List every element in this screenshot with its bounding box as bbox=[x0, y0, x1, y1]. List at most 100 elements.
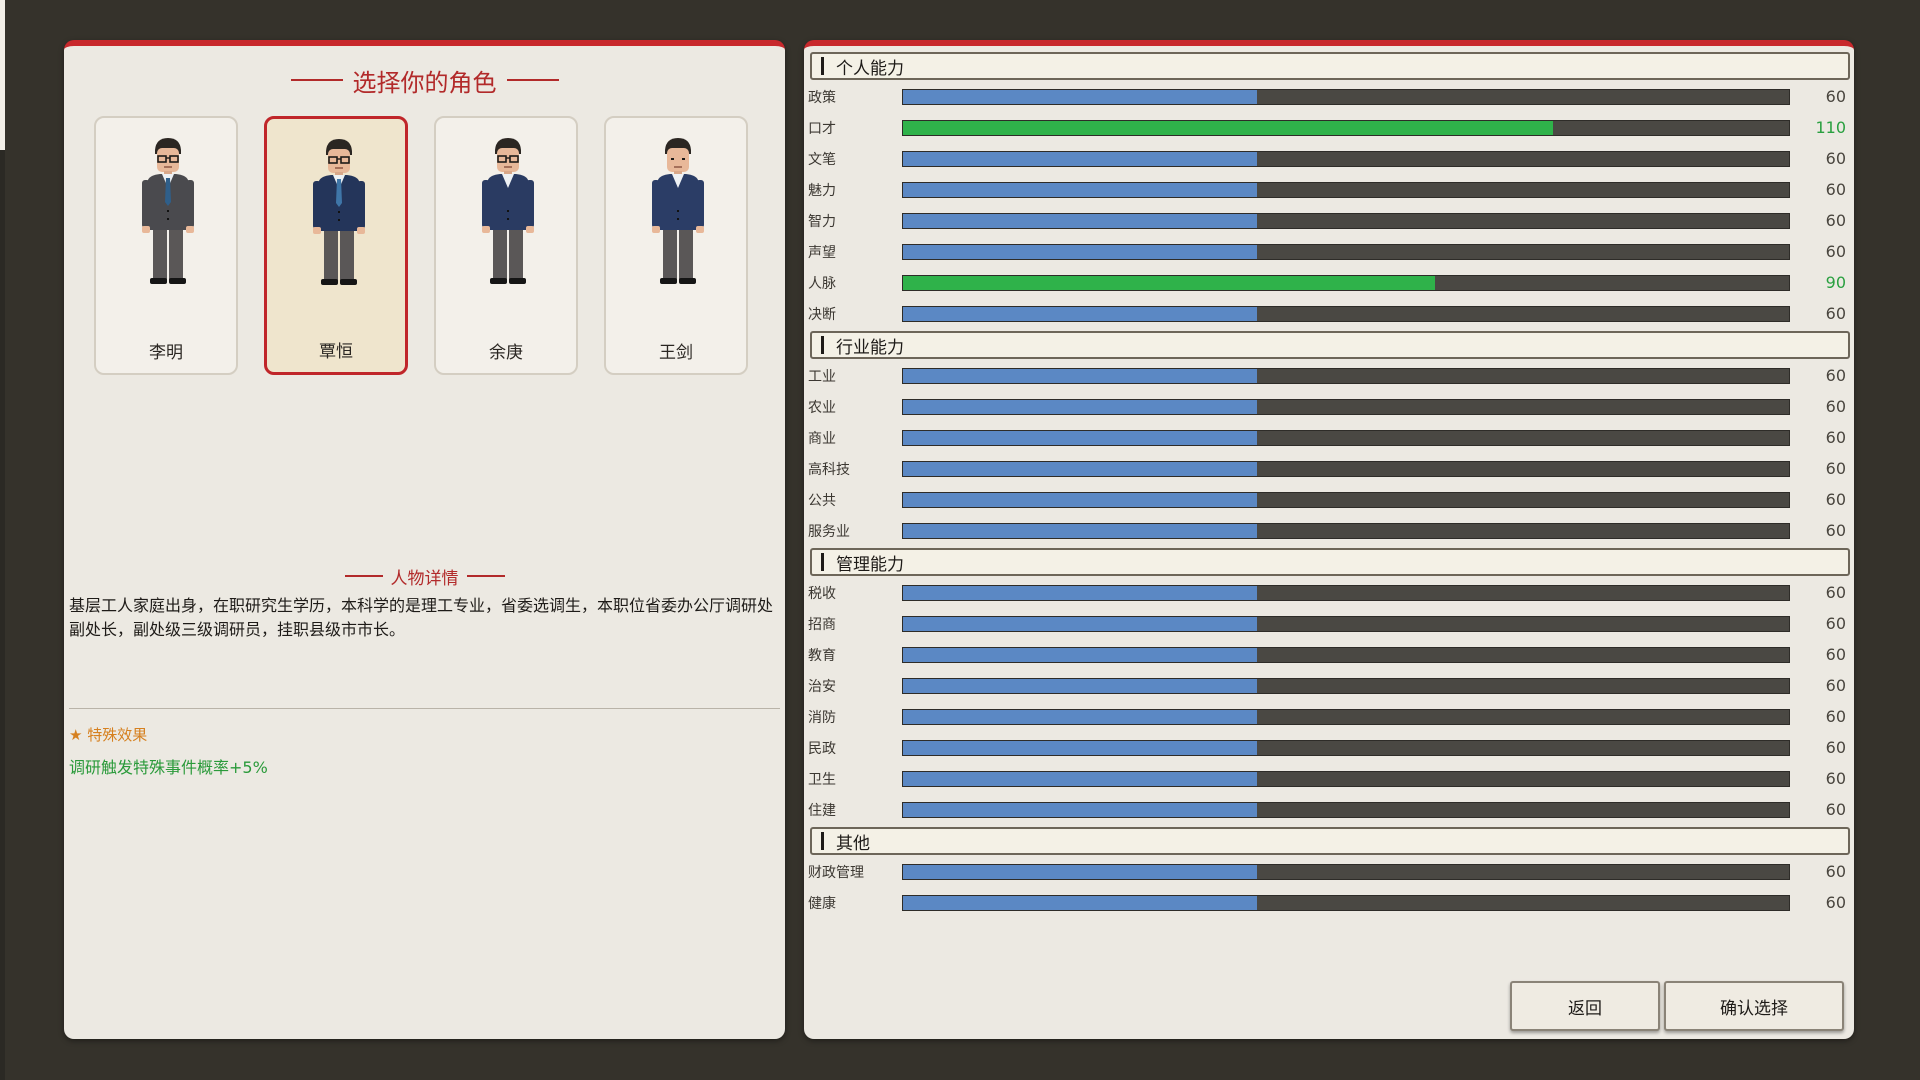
stat-bar-fill bbox=[903, 275, 1435, 290]
stat-bar-track bbox=[902, 119, 1790, 136]
stat-row: 智力 60 bbox=[806, 205, 1852, 236]
stat-bar-fill bbox=[903, 306, 1258, 321]
stat-bar-track bbox=[902, 863, 1790, 880]
stat-bar-track bbox=[902, 677, 1790, 694]
stat-bar-track bbox=[902, 398, 1790, 415]
stat-bar-track bbox=[902, 212, 1790, 229]
stat-bar-track bbox=[902, 770, 1790, 787]
section-marker bbox=[821, 832, 824, 850]
stat-value: 60 bbox=[1825, 180, 1846, 199]
stat-bar-track bbox=[902, 708, 1790, 725]
stat-label: 服务业 bbox=[808, 523, 850, 540]
title-decor-line-left bbox=[290, 79, 343, 81]
stat-bar-fill bbox=[903, 802, 1258, 817]
stat-label: 智力 bbox=[808, 213, 836, 230]
stat-bar-fill bbox=[903, 430, 1258, 445]
character-card[interactable]: 王剑 bbox=[604, 116, 748, 375]
character-card[interactable]: 覃恒 bbox=[264, 116, 408, 375]
stat-bar-track bbox=[902, 274, 1790, 291]
stat-bar-fill bbox=[903, 182, 1258, 197]
stat-label: 工业 bbox=[808, 368, 836, 385]
character-portrait-icon bbox=[313, 139, 365, 285]
stat-row: 高科技 60 bbox=[806, 453, 1852, 484]
stat-bar-track bbox=[902, 615, 1790, 632]
stat-label: 财政管理 bbox=[808, 864, 864, 881]
stat-row: 教育 60 bbox=[806, 639, 1852, 670]
stat-bar-fill bbox=[903, 709, 1258, 724]
stat-value: 60 bbox=[1825, 490, 1846, 509]
stat-value: 60 bbox=[1825, 397, 1846, 416]
stat-label: 声望 bbox=[808, 244, 836, 261]
section-marker bbox=[821, 553, 824, 571]
window-edge-strip-dark bbox=[0, 150, 5, 1080]
stat-section-title: 行业能力 bbox=[836, 337, 904, 358]
character-card[interactable]: 余庚 bbox=[434, 116, 578, 375]
stat-bar-fill bbox=[903, 585, 1258, 600]
stat-label: 招商 bbox=[808, 616, 836, 633]
stat-bar-track bbox=[902, 243, 1790, 260]
stat-bar-track bbox=[902, 739, 1790, 756]
stat-row: 治安 60 bbox=[806, 670, 1852, 701]
stat-section-header: 其他 bbox=[810, 827, 1850, 855]
section-marker bbox=[821, 57, 824, 75]
divider bbox=[69, 708, 780, 709]
stat-value: 60 bbox=[1825, 521, 1846, 540]
stat-row: 文笔 60 bbox=[806, 143, 1852, 174]
stat-bar-fill bbox=[903, 368, 1258, 383]
stat-section-header: 个人能力 bbox=[810, 52, 1850, 80]
character-name: 李明 bbox=[149, 343, 183, 363]
stat-value: 60 bbox=[1825, 707, 1846, 726]
stat-value: 60 bbox=[1825, 459, 1846, 478]
stat-row: 民政 60 bbox=[806, 732, 1852, 763]
stat-section-title: 个人能力 bbox=[836, 58, 904, 79]
stat-bar-track bbox=[902, 429, 1790, 446]
special-effect-text: 调研触发特殊事件概率+5% bbox=[69, 758, 268, 777]
stat-value: 60 bbox=[1825, 645, 1846, 664]
stat-label: 农业 bbox=[808, 399, 836, 416]
stat-section-title: 管理能力 bbox=[836, 554, 904, 575]
stat-label: 决断 bbox=[808, 306, 836, 323]
stat-value: 60 bbox=[1825, 583, 1846, 602]
stat-row: 招商 60 bbox=[806, 608, 1852, 639]
stat-bar-track bbox=[902, 181, 1790, 198]
stat-row: 服务业 60 bbox=[806, 515, 1852, 546]
stat-row: 财政管理 60 bbox=[806, 856, 1852, 887]
character-card-list: 李明 覃恒 余庚 王剑 bbox=[94, 116, 748, 375]
stat-bar-track bbox=[902, 367, 1790, 384]
stat-bar-track bbox=[902, 460, 1790, 477]
stat-label: 住建 bbox=[808, 802, 836, 819]
stat-label: 魅力 bbox=[808, 182, 836, 199]
back-button[interactable]: 返回 bbox=[1510, 981, 1660, 1031]
stat-row: 健康 60 bbox=[806, 887, 1852, 918]
stat-bar-fill bbox=[903, 771, 1258, 786]
stat-bar-fill bbox=[903, 213, 1258, 228]
stat-row: 魅力 60 bbox=[806, 174, 1852, 205]
detail-decor-line-right bbox=[466, 575, 505, 577]
stat-row: 工业 60 bbox=[806, 360, 1852, 391]
stat-bar-fill bbox=[903, 120, 1553, 135]
stat-value: 60 bbox=[1825, 304, 1846, 323]
confirm-button[interactable]: 确认选择 bbox=[1664, 981, 1844, 1031]
stat-bar-fill bbox=[903, 647, 1258, 662]
character-bio: 基层工人家庭出身，在职研究生学历，本科学的是理工专业，省委选调生，本职位省委办公… bbox=[69, 596, 774, 639]
character-card[interactable]: 李明 bbox=[94, 116, 238, 375]
detail-heading: 人物详情 bbox=[390, 568, 459, 589]
stat-value: 60 bbox=[1825, 676, 1846, 695]
stat-bar-track bbox=[902, 305, 1790, 322]
stat-bar-fill bbox=[903, 461, 1258, 476]
stat-value: 60 bbox=[1825, 738, 1846, 757]
stat-bar-track bbox=[902, 584, 1790, 601]
detail-heading-row: 人物详情 bbox=[64, 564, 785, 589]
stat-value: 60 bbox=[1825, 87, 1846, 106]
stat-row: 决断 60 bbox=[806, 298, 1852, 329]
stat-label: 人脉 bbox=[808, 275, 836, 292]
stat-row: 政策 60 bbox=[806, 81, 1852, 112]
stat-value: 60 bbox=[1825, 428, 1846, 447]
stat-label: 公共 bbox=[808, 492, 836, 509]
stat-row: 消防 60 bbox=[806, 701, 1852, 732]
stat-row: 口才 110 bbox=[806, 112, 1852, 143]
stat-bar-fill bbox=[903, 244, 1258, 259]
stat-section-title: 其他 bbox=[836, 833, 870, 854]
stat-row: 公共 60 bbox=[806, 484, 1852, 515]
stat-bar-fill bbox=[903, 492, 1258, 507]
